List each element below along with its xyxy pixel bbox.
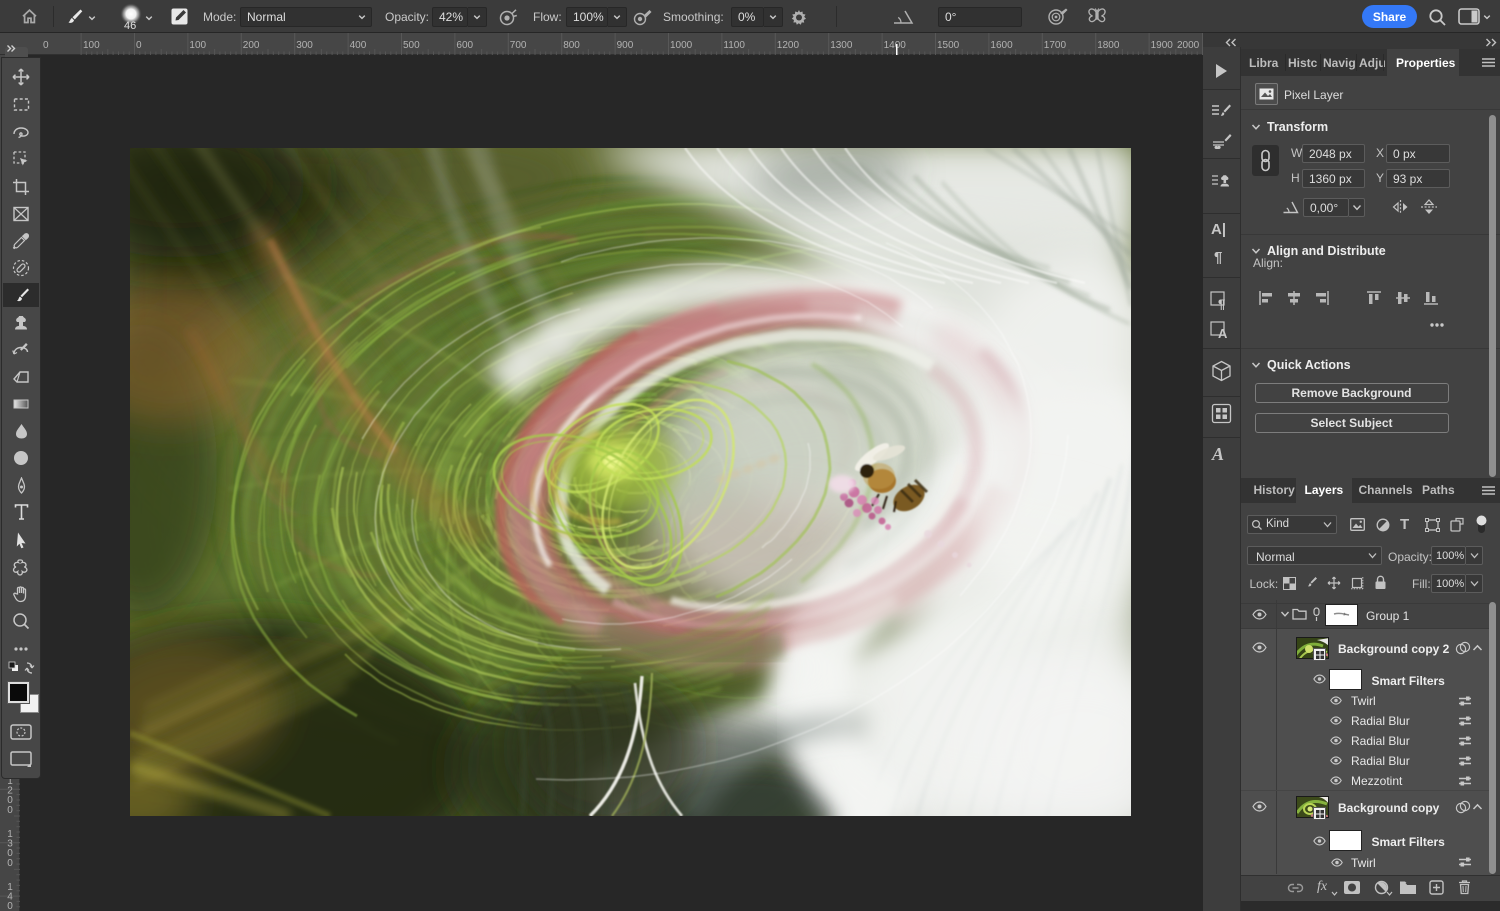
svg-text:1200: 1200 — [777, 40, 800, 51]
svg-text:1800: 1800 — [1097, 40, 1120, 51]
svg-text:A: A — [1218, 326, 1228, 340]
svg-text:0: 0 — [7, 901, 13, 911]
svg-text:700: 700 — [510, 40, 527, 51]
svg-text:1500: 1500 — [937, 40, 960, 51]
svg-text:1700: 1700 — [1044, 40, 1067, 51]
svg-text:0: 0 — [43, 40, 49, 51]
svg-text:1300: 1300 — [830, 40, 853, 51]
svg-text:1100: 1100 — [723, 40, 745, 51]
svg-text:1400: 1400 — [884, 40, 907, 51]
svg-text:400: 400 — [350, 40, 367, 51]
svg-text:900: 900 — [617, 40, 634, 51]
svg-text:200: 200 — [243, 40, 260, 51]
svg-text:0: 0 — [7, 858, 13, 869]
svg-text:¶: ¶ — [1218, 297, 1225, 311]
svg-text:0: 0 — [136, 40, 142, 51]
svg-text:600: 600 — [456, 40, 473, 51]
svg-text:500: 500 — [403, 40, 420, 51]
svg-text:300: 300 — [296, 40, 313, 51]
svg-text:2000: 2000 — [1177, 40, 1200, 51]
svg-text:800: 800 — [563, 40, 580, 51]
svg-text:1900: 1900 — [1151, 40, 1174, 51]
svg-text:1000: 1000 — [670, 40, 693, 51]
svg-text:100: 100 — [83, 40, 100, 51]
svg-text:1600: 1600 — [990, 40, 1013, 51]
svg-text:0: 0 — [7, 805, 13, 816]
svg-text:100: 100 — [189, 40, 206, 51]
